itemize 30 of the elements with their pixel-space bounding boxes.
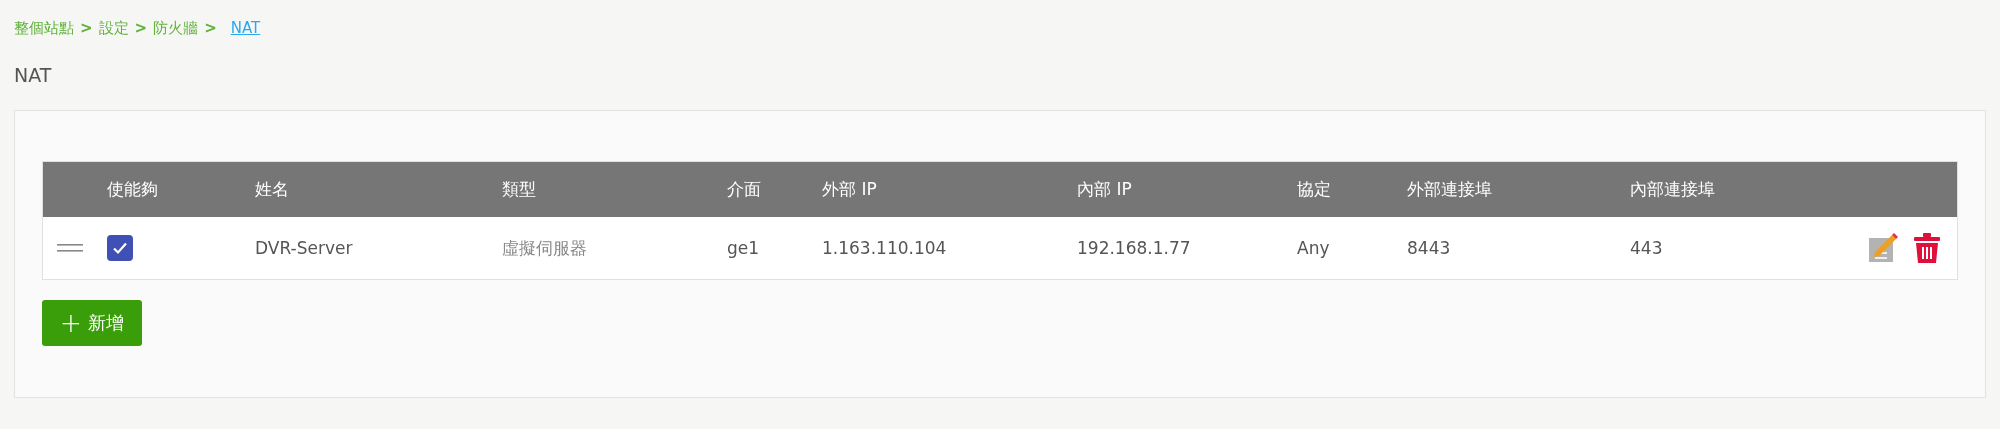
table-cell: ge1 — [727, 238, 760, 258]
column-header: 姓名 — [255, 179, 289, 199]
breadcrumb-link[interactable]: 防火牆 — [153, 18, 199, 38]
breadcrumb-separator: > — [204, 19, 217, 37]
table-cell: DVR-Server — [255, 238, 353, 258]
table-cell: Any — [1297, 238, 1330, 258]
column-header: 內部連接埠 — [1630, 179, 1715, 199]
add-button[interactable]: + 新增 — [42, 300, 142, 346]
breadcrumb-link[interactable]: 設定 — [98, 18, 129, 38]
breadcrumb-link[interactable]: NAT — [230, 19, 261, 37]
table-cell: 192.168.1.77 — [1077, 238, 1191, 258]
table-cell: 1.163.110.104 — [822, 238, 947, 258]
table-cell: 443 — [1630, 238, 1663, 258]
drag-handle-icon[interactable] — [57, 244, 83, 252]
delete-icon[interactable] — [1913, 232, 1941, 264]
enable-checkbox[interactable] — [107, 235, 133, 261]
table-cell: 8443 — [1407, 238, 1451, 258]
column-header: 外部連接埠 — [1407, 179, 1492, 199]
breadcrumb-separator: > — [80, 19, 93, 37]
column-header: 外部 IP — [822, 179, 877, 199]
page-title: NAT — [14, 64, 53, 88]
column-header: 介面 — [727, 179, 761, 199]
column-header: 協定 — [1297, 179, 1331, 199]
table-cell: 虛擬伺服器 — [502, 237, 587, 258]
table-row[interactable]: DVR-Server 虛擬伺服器 ge1 1.163.110.104 192.168.1.77 Any 8443 443 — [43, 217, 1957, 279]
column-header: 使能夠 — [107, 179, 158, 199]
breadcrumb-link[interactable]: 整個站點 — [14, 18, 74, 38]
breadcrumb-separator: > — [134, 19, 148, 37]
column-header: 內部 IP — [1077, 179, 1132, 199]
column-header: 類型 — [502, 179, 536, 199]
